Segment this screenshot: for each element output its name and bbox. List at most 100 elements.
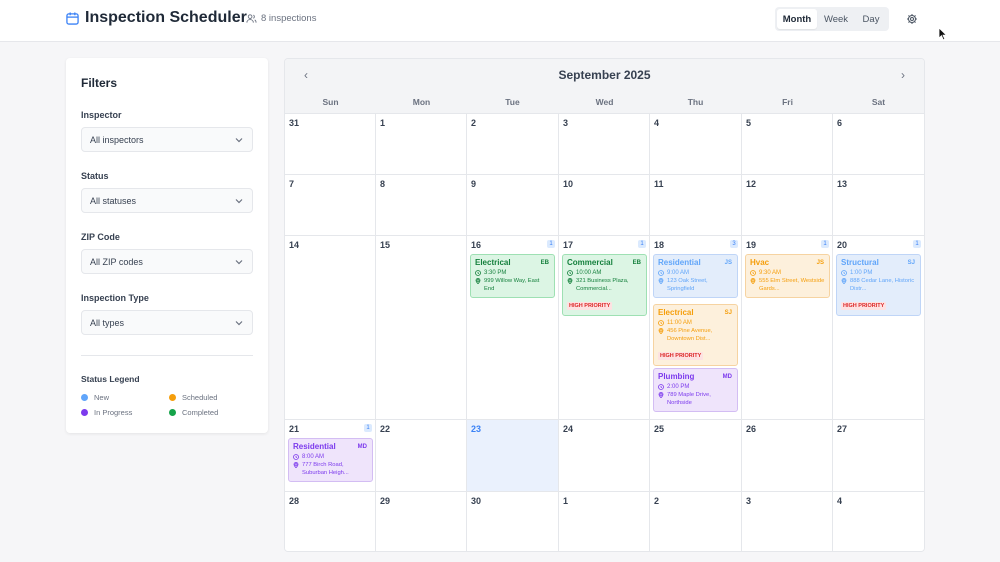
day-cell[interactable]: 31 <box>285 114 376 175</box>
map-pin-icon <box>658 328 664 334</box>
day-cell[interactable]: 29 <box>376 492 467 551</box>
filters-title: Filters <box>81 76 118 90</box>
day-cell[interactable]: 6 <box>833 114 924 175</box>
event-address-text: 777 Birch Road, Suburban Heigh... <box>302 462 349 476</box>
day-cell[interactable]: 11 <box>650 175 742 236</box>
view-week-button[interactable]: Week <box>817 9 855 29</box>
day-number: 21 <box>289 424 300 434</box>
event-address-text: 888 Cedar Lane, Historic Distr... <box>850 278 915 292</box>
event-time-text: 2:00 PM <box>667 384 690 390</box>
clock-icon <box>750 270 756 276</box>
chevron-down-icon <box>235 260 243 265</box>
day-cell[interactable]: 8 <box>376 175 467 236</box>
event-card[interactable]: Plumbing MD 2:00 PM 789 Maple Drive, Nor… <box>653 368 738 412</box>
event-card[interactable]: Commercial EB 10:00 AM 321 Business Plaz… <box>562 254 647 316</box>
day-cell[interactable]: 19 1 Hvac JS 9:30 AM 555 Elm Street, Wes… <box>742 236 833 420</box>
day-number: 29 <box>380 496 391 506</box>
event-card[interactable]: Residential JS 9:00 AM 123 Oak Street, S… <box>653 254 738 298</box>
day-cell[interactable]: 27 <box>833 420 924 492</box>
legend-item-new: New <box>81 393 109 402</box>
day-cell[interactable]: 15 <box>376 236 467 420</box>
day-cell[interactable]: 9 <box>467 175 559 236</box>
legend-item-in-progress: In Progress <box>81 408 132 417</box>
day-number: 31 <box>289 118 300 128</box>
event-card[interactable]: Structural SJ 1:00 PM 888 Cedar Lane, Hi… <box>836 254 921 316</box>
app-title: Inspection Scheduler <box>85 9 247 26</box>
day-cell[interactable]: 30 <box>467 492 559 551</box>
day-cell[interactable]: 4 <box>833 492 924 551</box>
legend-dot <box>81 394 88 401</box>
event-card[interactable]: Electrical EB 3:30 PM 999 Willow Way, Ea… <box>470 254 555 298</box>
chevron-down-icon <box>235 199 243 204</box>
map-pin-icon <box>658 278 664 284</box>
event-count-badge: 3 <box>730 240 738 248</box>
day-number: 1 <box>380 118 386 128</box>
event-address: 999 Willow Way, East End <box>475 278 550 294</box>
day-cell[interactable]: 18 3 Residential JS 9:00 AM 123 Oak Stre… <box>650 236 742 420</box>
event-count-badge: 1 <box>547 240 555 248</box>
day-number: 19 <box>746 240 757 250</box>
day-cell[interactable]: 16 1 Electrical EB 3:30 PM 999 Willow Wa… <box>467 236 559 420</box>
day-cell[interactable]: 10 <box>559 175 650 236</box>
inspector-initials: MD <box>722 374 732 380</box>
day-cell[interactable]: 28 <box>285 492 376 551</box>
inspection-count-text: 8 inspections <box>261 13 317 24</box>
clock-icon <box>658 384 664 390</box>
inspector-initials: EB <box>632 260 641 266</box>
day-cell[interactable]: 2 <box>650 492 742 551</box>
day-number: 3 <box>563 118 569 128</box>
event-address: 456 Pine Avenue, Downtown Dist... <box>658 328 733 344</box>
event-time-text: 8:00 AM <box>302 454 325 460</box>
event-type: Electrical <box>658 308 694 317</box>
day-cell[interactable]: 13 <box>833 175 924 236</box>
clock-icon <box>567 270 573 276</box>
event-card[interactable]: Residential MD 8:00 AM 777 Birch Road, S… <box>288 438 373 482</box>
view-month-button[interactable]: Month <box>777 9 817 29</box>
event-card[interactable]: Hvac JS 9:30 AM 555 Elm Street, Westside… <box>745 254 830 298</box>
event-time: 2:00 PM <box>658 384 733 390</box>
day-cell[interactable]: 20 1 Structural SJ 1:00 PM 888 Cedar Lan… <box>833 236 924 420</box>
day-cell[interactable]: 3 <box>559 114 650 175</box>
day-cell-today[interactable]: 23 <box>467 420 559 492</box>
day-cell[interactable]: 26 <box>742 420 833 492</box>
event-type: Commercial <box>567 258 613 267</box>
day-number: 22 <box>380 424 391 434</box>
event-time-text: 11:00 AM <box>667 320 692 326</box>
day-cell[interactable]: 5 <box>742 114 833 175</box>
day-cell[interactable]: 1 <box>376 114 467 175</box>
event-type: Electrical <box>475 258 511 267</box>
day-number: 2 <box>654 496 660 506</box>
type-select[interactable]: All types <box>81 310 253 335</box>
day-cell[interactable]: 21 1 Residential MD 8:00 AM 777 Birch Ro… <box>285 420 376 492</box>
day-cell[interactable]: 17 1 Commercial EB 10:00 AM 321 Business… <box>559 236 650 420</box>
day-cell[interactable]: 2 <box>467 114 559 175</box>
view-day-button[interactable]: Day <box>855 9 887 29</box>
day-number: 8 <box>380 179 386 189</box>
day-cell[interactable]: 14 <box>285 236 376 420</box>
legend-label: In Progress <box>94 408 133 417</box>
zip-select[interactable]: All ZIP codes <box>81 249 253 274</box>
event-address: 123 Oak Street, Springfield <box>658 278 733 294</box>
event-time-text: 3:30 PM <box>484 270 507 276</box>
day-cell[interactable]: 7 <box>285 175 376 236</box>
event-card[interactable]: Electrical SJ 11:00 AM 456 Pine Avenue, … <box>653 304 738 366</box>
day-cell[interactable]: 24 <box>559 420 650 492</box>
day-cell[interactable]: 4 <box>650 114 742 175</box>
weekday-header: Thu <box>687 97 704 107</box>
day-cell[interactable]: 12 <box>742 175 833 236</box>
gear-icon[interactable] <box>906 13 918 25</box>
day-number: 15 <box>380 240 391 250</box>
inspector-select[interactable]: All inspectors <box>81 127 253 152</box>
legend-item-completed: Completed <box>169 408 218 417</box>
status-select[interactable]: All statuses <box>81 188 253 213</box>
status-select-value: All statuses <box>90 195 137 206</box>
day-cell[interactable]: 22 <box>376 420 467 492</box>
day-cell[interactable]: 1 <box>559 492 650 551</box>
day-cell[interactable]: 3 <box>742 492 833 551</box>
next-month-button[interactable]: › <box>894 67 912 83</box>
zip-select-value: All ZIP codes <box>90 256 143 267</box>
map-pin-icon <box>567 278 573 284</box>
inspector-initials: SJ <box>724 310 732 316</box>
day-number: 14 <box>289 240 300 250</box>
day-cell[interactable]: 25 <box>650 420 742 492</box>
